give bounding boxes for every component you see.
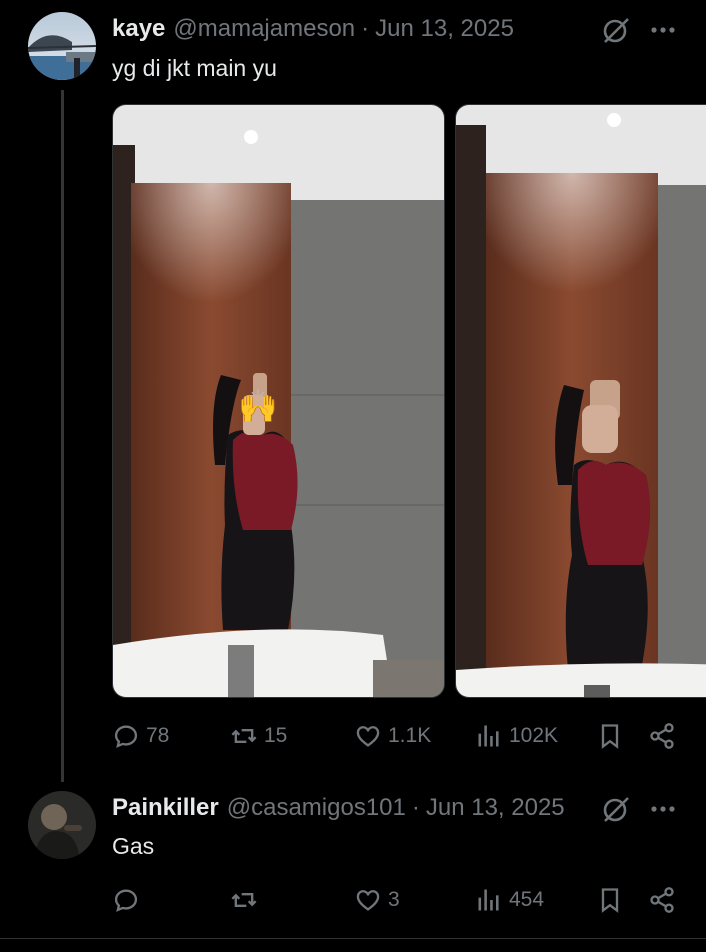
repost-icon	[231, 893, 257, 907]
like-count: 1.1K	[388, 724, 432, 747]
share-icon	[650, 887, 674, 913]
post-photo-2[interactable]	[455, 104, 706, 698]
like-icon	[356, 890, 380, 911]
reply-count: 78	[146, 724, 170, 747]
like-icon	[356, 726, 380, 747]
repost-count: 15	[264, 724, 288, 747]
mirror-selfie-photo: 🙌	[113, 105, 444, 697]
repost-button[interactable]	[230, 882, 264, 918]
post-date[interactable]: Jun 13, 2025	[426, 794, 565, 822]
mirror-selfie-photo-2	[456, 105, 706, 697]
hands-emoji: 🙌	[238, 388, 278, 424]
grok-icon[interactable]	[601, 794, 631, 824]
repost-icon	[231, 729, 257, 743]
views-button[interactable]: 454	[475, 882, 544, 918]
reply-icon	[114, 889, 138, 912]
views-icon	[478, 889, 499, 911]
avatar-image	[28, 12, 96, 80]
more-icon[interactable]	[648, 794, 678, 824]
share-button[interactable]	[648, 882, 676, 918]
like-button[interactable]: 1.1K	[354, 718, 431, 754]
separator-dot: ·	[361, 15, 370, 42]
views-count: 102K	[509, 724, 559, 747]
action-bar: 78 15 1.1K 102K	[112, 718, 682, 754]
user-handle[interactable]: @mamajameson	[173, 15, 355, 43]
action-bar: 3 454	[112, 882, 682, 918]
views-button[interactable]: 102K	[475, 718, 558, 754]
more-icon[interactable]	[648, 15, 678, 45]
post-header: kaye @mamajameson · Jun 13, 2025	[112, 12, 514, 46]
views-count: 454	[509, 888, 545, 911]
reply-button[interactable]: 78	[112, 718, 169, 754]
display-name[interactable]: Painkiller	[112, 794, 219, 822]
separator-dot: ·	[411, 794, 420, 821]
post-divider	[0, 938, 706, 939]
post-kaye: kaye @mamajameson · Jun 13, 2025 yg di j…	[0, 0, 706, 782]
reply-button[interactable]	[112, 882, 146, 918]
post-text: Gas	[112, 833, 155, 859]
post-text: yg di jkt main yu	[112, 55, 277, 81]
like-count: 3	[388, 888, 400, 911]
repost-button[interactable]: 15	[230, 718, 287, 754]
bookmark-icon	[601, 724, 619, 749]
avatar[interactable]	[28, 791, 96, 859]
post-painkiller: Painkiller @casamigos101 · Jun 13, 2025 …	[0, 780, 706, 938]
thread-line	[61, 90, 64, 782]
bookmark-button[interactable]	[596, 882, 624, 918]
post-photo-1[interactable]: 🙌	[112, 104, 445, 698]
reply-icon	[114, 725, 138, 748]
post-date[interactable]: Jun 13, 2025	[375, 15, 514, 43]
grok-icon[interactable]	[601, 15, 631, 45]
avatar-image	[28, 791, 96, 859]
like-button[interactable]: 3	[354, 882, 400, 918]
display-name[interactable]: kaye	[112, 15, 165, 43]
post-header: Painkiller @casamigos101 · Jun 13, 2025	[112, 791, 565, 825]
bookmark-icon	[601, 888, 619, 913]
user-handle[interactable]: @casamigos101	[227, 794, 406, 822]
avatar[interactable]	[28, 12, 96, 80]
bookmark-button[interactable]	[596, 718, 624, 754]
share-button[interactable]	[648, 718, 676, 754]
views-icon	[478, 725, 499, 747]
share-icon	[650, 723, 674, 749]
